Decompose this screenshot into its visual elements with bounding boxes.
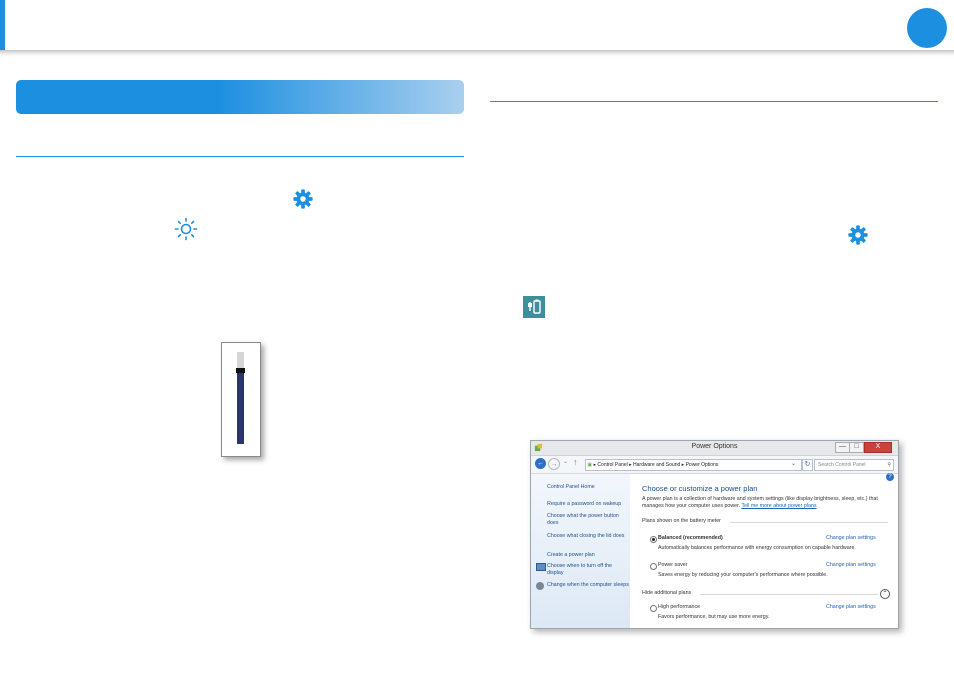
maximize-button[interactable]: □ [849,442,864,453]
change-plan-link[interactable]: Change plan settings [826,562,876,568]
display-icon [536,563,546,571]
minimize-button[interactable]: — [835,442,850,453]
sidebar: Control Panel Home Require a password on… [531,474,630,628]
sidebar-item-password[interactable]: Require a password on wakeup [547,501,629,508]
battery-plug-icon [523,296,545,318]
divider [730,522,888,523]
gear-icon [293,189,313,209]
breadcrumb-item[interactable]: Hardware and Sound [633,462,680,468]
section-rule-left [16,156,464,157]
help-icon[interactable]: ? [886,473,894,481]
section-heading: Hide additional plans [642,590,692,596]
gear-icon [848,225,868,245]
radio-power-saver[interactable] [650,563,657,570]
back-arrow-icon[interactable]: ← [535,458,546,469]
plan-name: High performance [658,604,701,610]
change-plan-link[interactable]: Change plan settings [826,535,876,541]
plan-name: Power saver [658,562,688,568]
radio-high-performance[interactable] [650,605,657,612]
power-options-window: Power Options — □ X ← → ⌄ ↑ ▣ ▸ Control … [530,440,899,629]
address-field[interactable]: ▣ ▸ Control Panel ▸ Hardware and Sound ▸… [585,459,802,471]
search-placeholder: Search Control Panel [818,462,866,468]
sleep-icon [536,582,544,590]
breadcrumb-item[interactable]: Control Panel [597,462,627,468]
address-toolbar: ← → ⌄ ↑ ▣ ▸ Control Panel ▸ Hardware and… [531,456,898,474]
plan-desc: Automatically balances performance with … [658,545,856,551]
divider [700,594,878,595]
search-icon: ⚲ [887,462,891,468]
collapse-chevron-icon[interactable]: ⌃ [880,589,890,599]
forward-arrow-icon[interactable]: → [548,458,560,470]
section-heading: Plans shown on the battery meter [642,518,721,524]
recent-chevron-icon[interactable]: ⌄ [563,458,568,465]
change-plan-link[interactable]: Change plan settings [826,604,876,610]
intro-link[interactable]: Tell me more about power plans [741,503,816,509]
intro-text: A power plan is a collection of hardware… [642,496,892,510]
plan-name: Balanced (recommended) [658,535,723,541]
sidebar-item-home[interactable]: Control Panel Home [547,484,629,491]
header-divider [0,50,954,57]
sidebar-item-power-button[interactable]: Choose what the power button does [547,513,629,527]
brightness-slider-thumb[interactable] [236,368,245,373]
sidebar-item-lid[interactable]: Choose what closing the lid does [547,533,629,540]
sidebar-item-create-plan[interactable]: Create a power plan [547,552,629,559]
page-heading: Choose or customize a power plan [642,484,758,493]
brightness-icon [174,217,198,241]
main-pane: ? Choose or customize a power plan A pow… [630,473,898,628]
brightness-slider[interactable] [236,352,245,444]
sidebar-item-display-off[interactable]: Choose when to turn off the display [547,563,629,577]
plan-desc: Saves energy by reducing your computer's… [658,572,828,578]
refresh-icon[interactable]: ↻ [802,459,813,471]
section-rule-right [490,101,938,102]
brightness-slider-popup [221,342,261,457]
section-banner [16,80,464,114]
breadcrumb-item[interactable]: Power Options [686,462,719,468]
chapter-tab [0,0,5,52]
brightness-slider-fill [237,370,244,444]
plan-desc: Favors performance, but may use more ene… [658,614,770,620]
up-arrow-icon[interactable]: ↑ [573,457,578,467]
search-input[interactable]: Search Control Panel ⚲ [814,459,894,471]
page-badge [907,8,947,48]
address-dropdown-icon[interactable]: ⌄ [791,460,796,467]
radio-balanced[interactable] [650,536,657,543]
window-titlebar[interactable]: Power Options — □ X [531,441,898,456]
sidebar-item-sleep[interactable]: Change when the computer sleeps [547,582,629,589]
close-button[interactable]: X [864,442,892,453]
